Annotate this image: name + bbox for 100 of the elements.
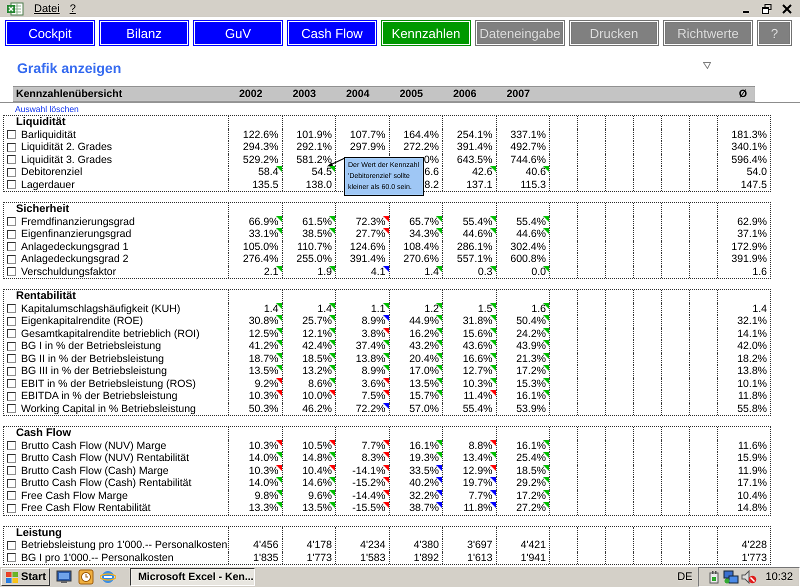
- cell-value: 137.1: [466, 178, 492, 191]
- cell-value: 43.9%: [516, 340, 546, 352]
- cell-value: 17.2%: [516, 490, 546, 502]
- nav-button[interactable]: Kennzahlen: [382, 21, 470, 45]
- average-value: 11.9%: [738, 464, 767, 477]
- cell-value: 17.2%: [516, 365, 546, 378]
- average-value: 37.1%: [737, 228, 767, 240]
- checkbox[interactable]: [7, 342, 16, 351]
- windows-flag-icon: [5, 570, 19, 584]
- checkbox[interactable]: [7, 142, 16, 152]
- checkbox[interactable]: [7, 267, 16, 276]
- nav-button[interactable]: GuV: [194, 21, 282, 45]
- checkbox[interactable]: [7, 454, 16, 463]
- cell-value: 4'178: [306, 539, 332, 552]
- network-icon[interactable]: [723, 570, 740, 584]
- checkbox[interactable]: [7, 540, 16, 550]
- taskbar-button[interactable]: Microsoft Excel - Ken...: [130, 568, 256, 586]
- checkbox[interactable]: [7, 392, 16, 401]
- cell-value: 16.1%: [516, 440, 546, 452]
- row-label: Gesamtkapitalrendite betrieblich (ROI): [21, 328, 200, 340]
- cell-value: 391.4%: [456, 141, 492, 154]
- checkbox[interactable]: [7, 217, 16, 226]
- row-label: Free Cash Flow Rentabilität: [21, 502, 151, 514]
- cell-value: 276.4%: [242, 253, 278, 266]
- speaker-muted-icon[interactable]: [741, 570, 758, 584]
- checkbox[interactable]: [7, 366, 16, 376]
- average-value: 42.0%: [737, 340, 767, 352]
- cell-value: 54.5: [312, 166, 332, 178]
- row-label: Brutto Cash Flow (NUV) Rentabilität: [21, 452, 190, 464]
- cell-value: 1'613: [467, 552, 492, 564]
- cell-value: 8.9%: [362, 315, 386, 328]
- cell-value: 16.1%: [516, 390, 546, 402]
- start-button[interactable]: Start: [1, 568, 50, 586]
- desktop-icon[interactable]: [56, 570, 72, 584]
- section-title: Sicherheit: [15, 203, 70, 216]
- clock-icon[interactable]: [78, 569, 94, 585]
- cell-value: -14.4%: [352, 490, 386, 502]
- average-value: 1'773: [742, 552, 767, 564]
- average-value: 13.8%: [737, 365, 767, 378]
- cell-value: 15.6%: [462, 328, 492, 340]
- checkbox[interactable]: [7, 254, 16, 264]
- cell-value: 3.6%: [362, 378, 386, 390]
- cell-value: 37.4%: [356, 340, 386, 352]
- checkbox[interactable]: [7, 316, 16, 326]
- checkbox[interactable]: [7, 242, 16, 252]
- cell-value: 1'835: [253, 552, 278, 564]
- checkbox[interactable]: [7, 354, 16, 364]
- cell-value: 8.2: [424, 178, 439, 191]
- checkbox[interactable]: [7, 304, 16, 314]
- nav-button[interactable]: Cash Flow: [288, 21, 376, 45]
- row-label: Anlagedeckungsgrad 1: [21, 240, 128, 253]
- checkbox[interactable]: [7, 441, 16, 450]
- average-value: 1.4: [752, 302, 767, 315]
- cell-value: 7.7%: [362, 440, 386, 452]
- cell-value: 8.9%: [362, 365, 386, 378]
- cell-value: 12.9%: [462, 464, 492, 477]
- cell-value: 55.4%: [462, 402, 492, 415]
- checkbox[interactable]: [7, 155, 16, 164]
- year-label: 2005: [398, 88, 424, 100]
- menu-item[interactable]: ?: [70, 2, 76, 14]
- cell-value: 38.5%: [302, 228, 332, 240]
- cell-value: 643.5%: [456, 154, 492, 166]
- language-indicator[interactable]: DE: [677, 571, 692, 583]
- cell-value: 391.4%: [350, 253, 386, 266]
- checkbox[interactable]: [7, 491, 16, 500]
- checkbox[interactable]: [7, 466, 16, 476]
- nav-button[interactable]: Bilanz: [100, 21, 188, 45]
- cell-value: 115.3: [520, 178, 546, 191]
- browser-icon[interactable]: [100, 569, 116, 585]
- cell-value: 43.6%: [462, 340, 492, 352]
- menu-item[interactable]: Datei: [34, 2, 60, 14]
- year-label: 2006: [452, 88, 478, 100]
- cell-value: 72.3%: [356, 216, 386, 228]
- checkbox[interactable]: [7, 404, 16, 414]
- checkbox[interactable]: [7, 230, 16, 239]
- cell-value: 40.2%: [409, 477, 439, 490]
- checkbox[interactable]: [7, 478, 16, 488]
- power-plug-icon[interactable]: [707, 570, 722, 584]
- cell-value: 50.3%: [248, 402, 278, 415]
- cell-value: -15.2%: [352, 477, 386, 490]
- average-value: 15.9%: [737, 452, 767, 464]
- cell-value: 10.3%: [248, 440, 278, 452]
- checkbox[interactable]: [7, 553, 16, 562]
- clear-selection-link[interactable]: Auswahl löschen: [15, 104, 79, 114]
- checkbox[interactable]: [7, 379, 16, 388]
- cell-value: 0%: [424, 154, 439, 166]
- checkbox[interactable]: [7, 168, 16, 177]
- restore-icon[interactable]: [762, 4, 772, 14]
- checkbox[interactable]: [7, 180, 16, 190]
- cell-value: 33.5%: [409, 464, 439, 477]
- close-icon[interactable]: [782, 4, 792, 14]
- cell-value: 7.5%: [362, 390, 386, 402]
- checkbox[interactable]: [7, 130, 16, 140]
- checkbox[interactable]: [7, 504, 16, 513]
- cell-value: 1.6: [531, 302, 546, 315]
- checkbox[interactable]: [7, 329, 16, 338]
- nav-button[interactable]: Cockpit: [6, 21, 94, 45]
- cell-value: 31.8%: [462, 315, 492, 328]
- average-value: 10.4%: [737, 490, 767, 502]
- row-label: Debitorenziel: [21, 166, 82, 178]
